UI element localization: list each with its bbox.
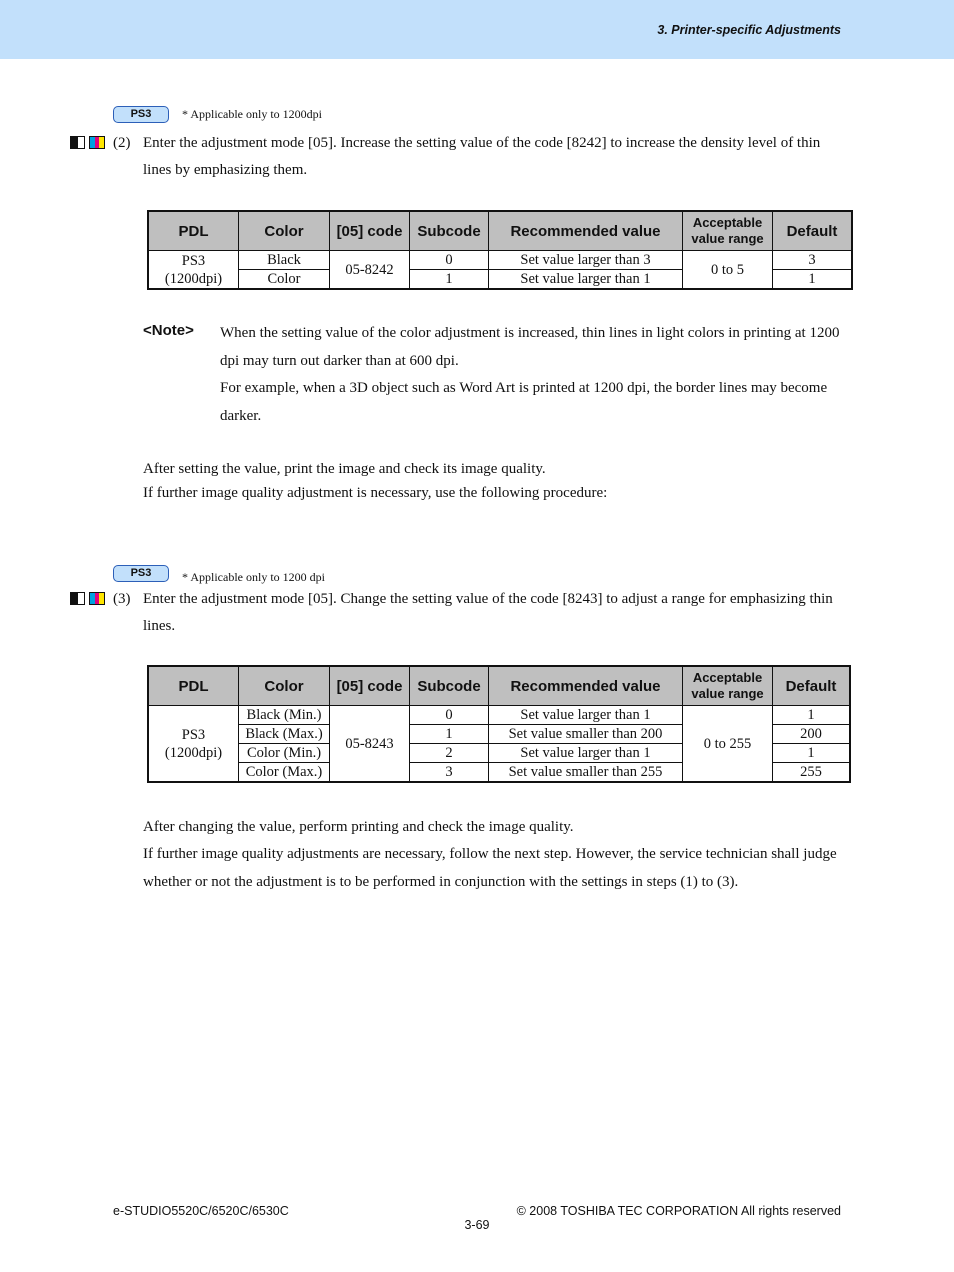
subcode-cell: 1 (409, 269, 489, 290)
default-cell: 1 (772, 269, 853, 290)
col-range: Acceptable value range (682, 210, 773, 251)
table-row: PS3 (1200dpi) Black (Min.) 05-8243 0 Set … (147, 705, 851, 783)
recommended-cell: Set value larger than 1 (488, 269, 683, 290)
note-line: For example, when a 3D object such as Wo… (220, 380, 828, 424)
subcode-cell: 1 (409, 724, 489, 744)
footer-model: e-STUDIO5520C/6520C/6530C (113, 1204, 289, 1218)
col-default: Default (772, 665, 851, 706)
table-header-row: PDL Color [05] code Subcode Recommended … (147, 210, 853, 251)
pdl-name: PS3 (181, 726, 206, 743)
color-cell: Black (Max.) (238, 724, 330, 744)
default-cell: 255 (772, 762, 851, 783)
badge-note: * Applicable only to 1200dpi (182, 107, 322, 121)
page-number: 3-69 (464, 1218, 490, 1232)
after-paragraph-3: After changing the value, perform printi… (143, 814, 843, 896)
step-3: (3) Enter the adjustment mode [05]. Chan… (70, 586, 850, 642)
subcode-cell: 3 (409, 762, 489, 783)
color-cell: Black (Min.) (238, 705, 330, 725)
pdl-name: PS3 (181, 252, 206, 269)
col-subcode: Subcode (409, 665, 489, 706)
ps3-note-row: PS3 * Applicable only to 1200 dpi (113, 562, 325, 585)
color-cell: Color (238, 269, 330, 290)
col-color: Color (238, 665, 330, 706)
table-row: PS3 (1200dpi) Black 05-8242 0 Set value l… (147, 250, 853, 290)
paragraph-line: If further image quality adjustments are… (143, 846, 837, 890)
note-label: <Note> (143, 322, 194, 339)
default-cell: 1 (772, 743, 851, 763)
footer-copyright: © 2008 TOSHIBA TEC CORPORATION All right… (516, 1204, 841, 1218)
col-color: Color (238, 210, 330, 251)
col-default: Default (772, 210, 853, 251)
col-pdl: PDL (147, 665, 239, 706)
pdl-cell: PS3 (1200dpi) (147, 250, 239, 290)
col-recommended: Recommended value (488, 210, 683, 251)
recommended-cell: Set value smaller than 200 (488, 724, 683, 744)
range-cell: 0 to 255 (682, 705, 773, 783)
pdl-resolution: (1200dpi) (164, 270, 223, 287)
black-white-icon (70, 136, 85, 149)
color-cell: Black (238, 250, 330, 270)
recommended-cell: Set value larger than 1 (488, 743, 683, 763)
step-number: (3) (113, 591, 131, 607)
ps3-badge: PS3 (113, 106, 169, 123)
paragraph-line: If further image quality adjustment is n… (143, 485, 608, 501)
recommended-cell: Set value smaller than 255 (488, 762, 683, 783)
color-cell: Color (Min.) (238, 743, 330, 763)
color-cmy-icon (89, 592, 105, 605)
note-text: When the setting value of the color adju… (220, 320, 840, 430)
col-recommended: Recommended value (488, 665, 683, 706)
adjustment-table-8243: PDL Color [05] code Subcode Recommended … (147, 665, 851, 783)
section-title: 3. Printer-specific Adjustments (657, 23, 841, 37)
adjustment-table-8242: PDL Color [05] code Subcode Recommended … (147, 210, 853, 290)
step-text: Enter the adjustment mode [05]. Change t… (143, 591, 833, 634)
col-pdl: PDL (147, 210, 239, 251)
default-cell: 200 (772, 724, 851, 744)
color-cell: Color (Max.) (238, 762, 330, 783)
pdl-cell: PS3 (1200dpi) (147, 705, 239, 783)
ps3-badge: PS3 (113, 565, 169, 582)
ps3-note-row: PS3 * Applicable only to 1200dpi (113, 106, 322, 123)
code-cell: 05-8242 (329, 250, 410, 290)
pdl-resolution: (1200dpi) (164, 744, 223, 761)
subcode-cell: 2 (409, 743, 489, 763)
default-cell: 1 (772, 705, 851, 725)
after-paragraph-2: After setting the value, print the image… (143, 457, 843, 505)
badge-note: * Applicable only to 1200 dpi (182, 570, 325, 584)
subcode-cell: 0 (409, 250, 489, 270)
col-range: Acceptable value range (682, 665, 773, 706)
paragraph-line: After changing the value, perform printi… (143, 819, 574, 835)
recommended-cell: Set value larger than 1 (488, 705, 683, 725)
code-cell: 05-8243 (329, 705, 410, 783)
note-line: When the setting value of the color adju… (220, 325, 840, 369)
step-2: (2) Enter the adjustment mode [05]. Incr… (70, 130, 850, 186)
subcode-cell: 0 (409, 705, 489, 725)
col-code: [05] code (329, 210, 410, 251)
paragraph-line: After setting the value, print the image… (143, 461, 546, 477)
default-cell: 3 (772, 250, 853, 270)
step-text: Enter the adjustment mode [05]. Increase… (143, 135, 821, 178)
step-number: (2) (113, 135, 131, 151)
step-icons (70, 136, 105, 149)
recommended-cell: Set value larger than 3 (488, 250, 683, 270)
header-band: 3. Printer-specific Adjustments (0, 0, 954, 59)
col-subcode: Subcode (409, 210, 489, 251)
color-cmy-icon (89, 136, 105, 149)
black-white-icon (70, 592, 85, 605)
range-cell: 0 to 5 (682, 250, 773, 290)
step-icons (70, 592, 105, 605)
col-code: [05] code (329, 665, 410, 706)
table-header-row: PDL Color [05] code Subcode Recommended … (147, 665, 851, 706)
